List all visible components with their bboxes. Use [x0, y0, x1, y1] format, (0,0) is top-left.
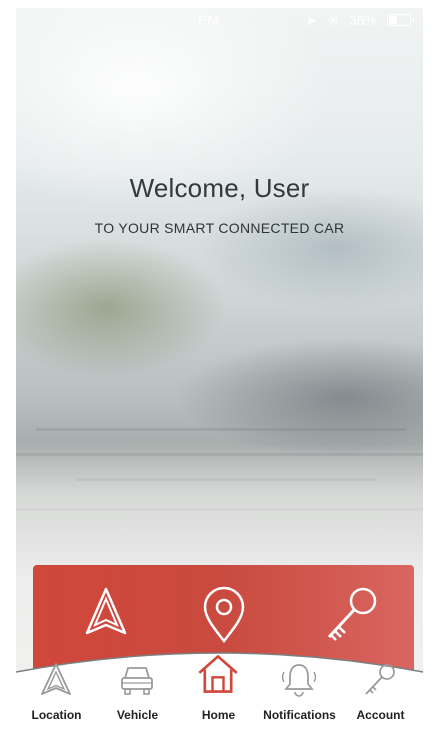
bluetooth-icon: ※: [327, 11, 339, 28]
key-icon[interactable]: [323, 585, 383, 649]
status-time: PM: [198, 12, 219, 28]
tab-notifications[interactable]: Notifications: [259, 648, 340, 722]
battery-icon: [387, 14, 414, 26]
welcome-title: Welcome, User: [129, 173, 310, 203]
tab-bar: Location Vehicle Home Notifications Acco…: [16, 648, 423, 722]
tab-vehicle[interactable]: Vehicle: [97, 648, 178, 722]
tab-account[interactable]: Account: [340, 648, 421, 722]
tab-label: Vehicle: [116, 708, 159, 722]
battery-percent: 36%: [348, 12, 377, 28]
app-screen: PM ➤ ※ 36% Welcome, User TO YOUR SMART C…: [16, 8, 423, 722]
status-bar: PM ➤ ※ 36%: [16, 8, 423, 32]
location-arrow-icon: ➤: [305, 11, 318, 28]
tab-label: Location: [31, 708, 82, 722]
tab-label: Home: [201, 708, 236, 722]
tab-label: Account: [356, 708, 405, 722]
home-icon: [198, 655, 238, 693]
location-pin-icon[interactable]: [199, 585, 249, 649]
welcome-subtitle: TO YOUR SMART CONNECTED CAR: [94, 220, 345, 236]
tab-label: Notifications: [263, 708, 336, 722]
car-icon: [121, 667, 153, 695]
key-icon: [365, 664, 395, 695]
tab-location[interactable]: Location: [16, 648, 97, 722]
navigation-arrow-icon[interactable]: [81, 585, 131, 649]
bell-icon: [281, 664, 317, 697]
navigation-arrow-icon: [41, 663, 71, 695]
tab-home[interactable]: Home: [178, 648, 259, 722]
